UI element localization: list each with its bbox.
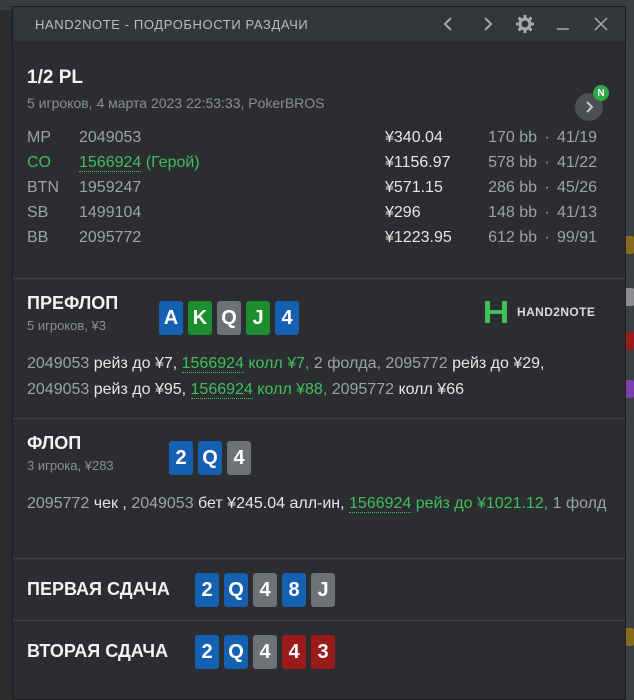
separator-dot: · xyxy=(544,128,550,146)
player-id[interactable]: 1566924 (Герой) xyxy=(79,153,385,172)
players-list: MP 2049053 ¥340.04 170 bb · 41/19 CO 156… xyxy=(27,125,611,250)
card: J xyxy=(311,573,335,607)
separator-dot: · xyxy=(544,228,550,246)
card: 8 xyxy=(282,573,306,607)
background-window-edge xyxy=(626,0,634,700)
hero-link[interactable]: 1566924 xyxy=(190,381,253,399)
player-id: 2049053 xyxy=(79,128,142,146)
gear-icon[interactable] xyxy=(513,12,537,36)
card: 2 xyxy=(169,441,193,475)
player-bb: 612 bb xyxy=(488,228,537,246)
player-bb: 286 bb xyxy=(488,178,537,196)
street-name: ПЕРВАЯ СДАЧА xyxy=(27,579,170,599)
player-position: MP xyxy=(27,128,51,146)
card: 4 xyxy=(282,635,306,669)
minimize-icon[interactable] xyxy=(551,12,575,36)
chevron-right-icon[interactable] xyxy=(475,12,499,36)
player-id: 1959247 xyxy=(79,178,142,196)
player-id: 2095772 xyxy=(79,228,142,246)
player-stats: 99/91 xyxy=(557,228,598,246)
separator-dot: · xyxy=(544,203,550,221)
player-stack: ¥1223.95 xyxy=(385,228,452,246)
flop-section: ФЛОП 3 игрока, ¥283 2 Q 4 2095772 чек , … xyxy=(13,419,625,559)
board-cards: 2 Q 4 4 3 xyxy=(195,635,340,669)
run-two-section: ВТОРАЯ СДАЧА 2 Q 4 4 3 xyxy=(13,621,625,683)
separator-dot: · xyxy=(544,153,550,171)
player-row[interactable]: SB 1499104 ¥296 148 bb · 41/13 xyxy=(27,200,611,225)
title-bar[interactable]: HAND2NOTE - ПОДРОБНОСТИ РАЗДАЧИ xyxy=(13,7,625,41)
player-stack: ¥296 xyxy=(385,203,421,221)
player-position: SB xyxy=(27,203,49,221)
player-position: CO xyxy=(27,153,51,171)
card: Q xyxy=(224,573,248,607)
player-stack: ¥571.15 xyxy=(385,178,443,196)
hand2note-logo-icon xyxy=(485,301,507,323)
card: Q xyxy=(198,441,222,475)
card: A xyxy=(159,301,183,335)
player-row[interactable]: MP 2049053 ¥340.04 170 bb · 41/19 xyxy=(27,125,611,150)
player-position: BB xyxy=(27,228,49,246)
street-actions: 2049053 рейз до ¥7, 1566924 колл ¥7, 2 ф… xyxy=(27,355,545,399)
player-stack: ¥1156.97 xyxy=(385,153,451,171)
preflop-section: ПРЕФЛОП 5 игроков, ¥3 A K Q J 4 HAND2NOT… xyxy=(13,279,625,419)
card: K xyxy=(188,301,212,335)
card: 2 xyxy=(195,635,219,669)
logo-text: HAND2NOTE xyxy=(517,305,596,319)
hand-header: 1/2 PL 5 игроков, 4 марта 2023 22:53:33,… xyxy=(13,41,625,279)
hero-link[interactable]: 1566924 xyxy=(181,355,244,373)
card: 4 xyxy=(275,301,299,335)
chevron-right-icon xyxy=(586,101,594,113)
separator-dot: · xyxy=(544,178,550,196)
game-subtitle: 5 игроков, 4 марта 2023 22:53:33, PokerB… xyxy=(27,95,325,111)
game-title: 1/2 PL xyxy=(27,67,83,88)
player-stack: ¥340.04 xyxy=(385,128,443,146)
run-one-section: ПЕРВАЯ СДАЧА 2 Q 4 8 J xyxy=(13,559,625,621)
window-title: HAND2NOTE - ПОДРОБНОСТИ РАЗДАЧИ xyxy=(35,16,309,32)
player-id: 1499104 xyxy=(79,203,142,221)
hand2note-logo: HAND2NOTE xyxy=(483,299,595,325)
card: 2 xyxy=(195,573,219,607)
card: 4 xyxy=(227,441,251,475)
player-stats: 45/26 xyxy=(557,178,598,196)
player-stats: 41/19 xyxy=(557,128,598,146)
player-stats: 41/22 xyxy=(557,153,598,171)
board-cards: 2 Q 4 8 J xyxy=(195,573,340,607)
hole-cards: A K Q J 4 xyxy=(159,301,304,335)
street-actions: 2095772 чек , 2049053 бет ¥245.04 алл-ин… xyxy=(27,495,607,513)
card: 4 xyxy=(253,635,277,669)
chevron-left-icon[interactable] xyxy=(437,12,461,36)
player-bb: 148 bb xyxy=(488,203,537,221)
card: J xyxy=(246,301,270,335)
player-row[interactable]: BB 2095772 ¥1223.95 612 bb · 99/91 xyxy=(27,225,611,250)
player-row-hero[interactable]: CO 1566924 (Герой) ¥1156.97 578 bb · 41/… xyxy=(27,150,611,175)
player-bb: 578 bb xyxy=(488,153,537,171)
card: 4 xyxy=(253,573,277,607)
hand-details-window: HAND2NOTE - ПОДРОБНОСТИ РАЗДАЧИ 1/2 PL 5… xyxy=(12,6,626,700)
close-icon[interactable] xyxy=(589,12,613,36)
street-info: 3 игрока, ¥283 xyxy=(27,458,114,473)
street-name: ФЛОП xyxy=(27,433,82,453)
hero-link[interactable]: 1566924 xyxy=(349,495,412,513)
board-cards: 2 Q 4 xyxy=(169,441,256,475)
card: 3 xyxy=(311,635,335,669)
notification-badge: N xyxy=(593,85,609,101)
player-position: BTN xyxy=(27,178,59,196)
street-name: ВТОРАЯ СДАЧА xyxy=(27,641,169,661)
player-bb: 170 bb xyxy=(488,128,537,146)
card: Q xyxy=(217,301,241,335)
player-row[interactable]: BTN 1959247 ¥571.15 286 bb · 45/26 xyxy=(27,175,611,200)
player-stats: 41/13 xyxy=(557,203,598,221)
card: Q xyxy=(224,635,248,669)
